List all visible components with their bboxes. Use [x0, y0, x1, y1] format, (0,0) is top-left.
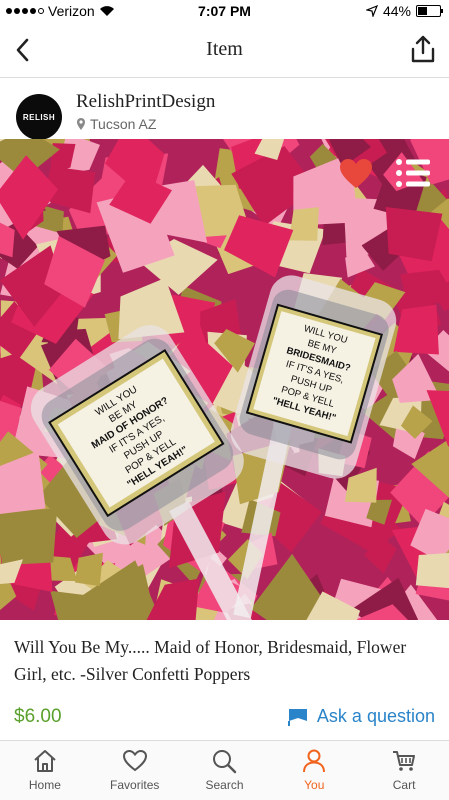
tab-favorites[interactable]: Favorites: [90, 741, 180, 800]
shop-location-label: Tucson AZ: [90, 116, 157, 132]
shop-avatar-logo: RELISH: [22, 112, 56, 122]
tab-cart-label: Cart: [392, 778, 416, 792]
shop-location: Tucson AZ: [76, 116, 156, 132]
tab-search-label: Search: [205, 778, 244, 792]
location-arrow-icon: [365, 5, 378, 17]
tab-home-label: Home: [28, 778, 61, 792]
person-icon: [303, 749, 326, 773]
confetti-piece: [400, 269, 449, 305]
collections-menu-button[interactable]: [394, 157, 432, 189]
tab-favorites-label: Favorites: [110, 778, 160, 792]
home-icon: [34, 750, 56, 772]
share-button[interactable]: [409, 34, 437, 64]
nav-bar: Item: [0, 22, 449, 78]
shop-avatar[interactable]: RELISH: [16, 94, 62, 140]
tab-bar: Home Favorites Search You Cart: [0, 740, 449, 800]
tab-search[interactable]: Search: [180, 741, 270, 800]
confetti-piece: [146, 578, 200, 620]
product-photo[interactable]: WILL YOU BE MY MAID OF HONOR? IF IT'S A YES…: [0, 139, 449, 620]
shop-header[interactable]: RELISH RelishPrintDesign Tucson AZ: [0, 79, 449, 140]
tab-you-label: You: [304, 778, 325, 792]
share-icon: [411, 35, 435, 63]
heart-icon: [122, 749, 147, 772]
confetti-popper-photo: WILL YOUBE MYMAID OF HONOR?IF IT'S A YES…: [0, 139, 449, 620]
status-right: 44%: [365, 3, 443, 19]
right-popper-tube: WILL YOUBE MYBRIDESMAID?IF IT'S A YES,PU…: [230, 275, 397, 479]
ask-question-button[interactable]: Ask a question: [287, 706, 435, 727]
ask-question-label: Ask a question: [316, 706, 435, 726]
location-pin-icon: [77, 118, 85, 130]
confetti-piece: [75, 552, 103, 587]
battery-icon: [416, 5, 443, 17]
battery-percent: 44%: [382, 3, 411, 19]
search-icon: [213, 750, 237, 774]
status-bar: Verizon 7:07 PM 44%: [0, 0, 449, 22]
favorite-button[interactable]: [338, 157, 374, 191]
confetti-piece: [415, 553, 449, 589]
tab-home[interactable]: Home: [0, 741, 90, 800]
item-title: Will You Be My..... Maid of Honor, Bride…: [14, 637, 407, 684]
page-title: Item: [206, 38, 243, 60]
message-flag-icon: [287, 708, 307, 726]
confetti-piece: [288, 207, 319, 241]
tab-you[interactable]: You: [269, 741, 359, 800]
tab-cart[interactable]: Cart: [359, 741, 449, 800]
cart-icon: [393, 751, 416, 771]
item-price: $6.00: [14, 706, 62, 727]
list-menu-icon: [396, 159, 430, 187]
shop-name[interactable]: RelishPrintDesign: [76, 91, 215, 113]
heart-filled-icon: [340, 159, 372, 188]
